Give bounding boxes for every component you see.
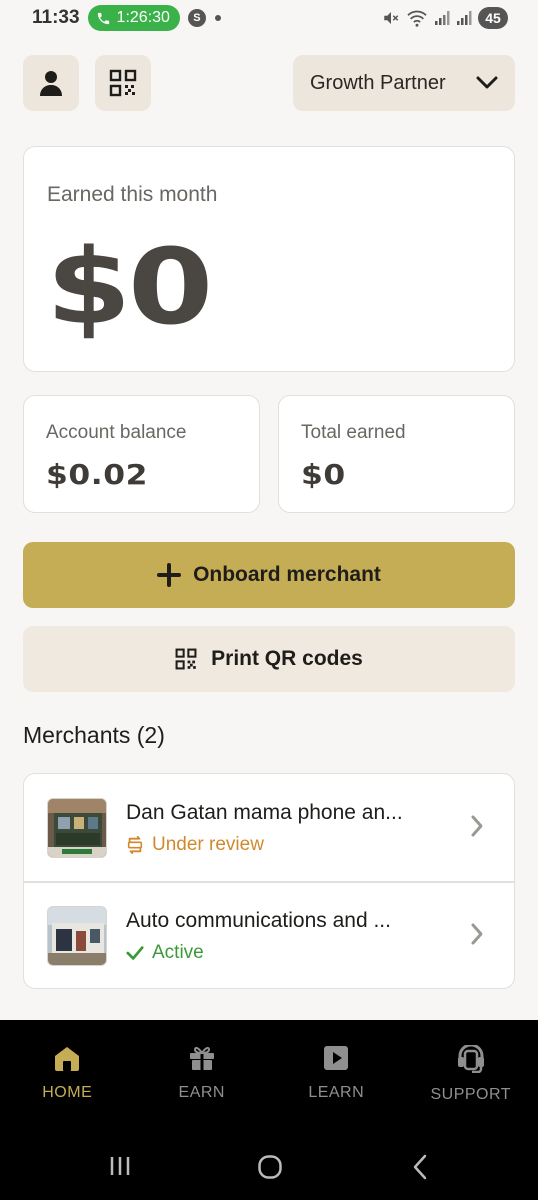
signal-icon: [435, 11, 450, 25]
onboard-merchant-label: Onboard merchant: [193, 563, 381, 586]
nav-support[interactable]: SUPPORT: [404, 1020, 538, 1132]
merchant-row[interactable]: Dan Gatan mama phone an... Under review: [24, 774, 514, 881]
nav-home[interactable]: HOME: [0, 1020, 135, 1132]
status-bar: 11:33 1:26:30 S 45: [0, 0, 538, 36]
wifi-icon: [407, 10, 427, 27]
system-navigation-bar: [0, 1132, 538, 1200]
onboard-merchant-button[interactable]: Onboard merchant: [23, 542, 515, 608]
qr-scan-button[interactable]: [95, 55, 151, 111]
phone-icon: [97, 12, 109, 24]
merchant-list: Dan Gatan mama phone an... Under review …: [23, 773, 515, 989]
print-qr-codes-button[interactable]: Print QR codes: [23, 626, 515, 692]
merchant-status-label: Active: [152, 942, 204, 963]
more-notifications-dot: [214, 15, 221, 21]
qr-code-icon: [175, 648, 197, 670]
chevron-right-icon: [471, 815, 483, 837]
chevron-right-icon: [471, 923, 483, 945]
chevron-down-icon: [476, 76, 498, 89]
role-label: Growth Partner: [310, 71, 446, 94]
account-balance-value: $0.02: [46, 458, 149, 491]
nav-learn[interactable]: LEARN: [269, 1020, 404, 1132]
nav-home-label: HOME: [42, 1084, 93, 1101]
battery-indicator: 45: [478, 7, 508, 29]
app-notification-icon: S: [187, 9, 206, 27]
play-icon: [324, 1046, 349, 1070]
back-icon[interactable]: [410, 1154, 430, 1180]
recent-apps-icon[interactable]: [108, 1154, 132, 1178]
merchant-name: Auto communications and ...: [126, 909, 391, 932]
monthly-earnings-label: Earned this month: [47, 183, 218, 206]
nav-earn[interactable]: EARN: [135, 1020, 270, 1132]
gift-icon: [189, 1046, 214, 1070]
print-qr-codes-label: Print QR codes: [211, 647, 363, 670]
account-balance-label: Account balance: [46, 422, 187, 443]
merchants-heading: Merchants (2): [23, 722, 165, 748]
merchant-photo: [47, 906, 107, 966]
home-icon: [55, 1047, 80, 1071]
bottom-navigation: HOME EARN LEARN SUPPORT: [0, 1020, 538, 1132]
plus-icon: [157, 563, 182, 587]
total-earned-value: $0: [301, 458, 346, 491]
mute-icon: [384, 12, 399, 24]
top-toolbar: Growth Partner: [23, 55, 515, 111]
merchant-status: Active: [126, 942, 204, 964]
profile-button[interactable]: [23, 55, 79, 111]
total-earned-card: Total earned $0: [278, 395, 515, 513]
monthly-earnings-value: $0: [46, 226, 213, 348]
user-icon: [40, 71, 62, 96]
merchant-photo: [47, 798, 107, 858]
home-button-icon[interactable]: [257, 1154, 283, 1180]
total-earned-label: Total earned: [301, 422, 406, 443]
qr-code-icon: [109, 69, 137, 97]
monthly-earnings-card: Earned this month $0: [23, 146, 515, 372]
call-duration: 1:26:30: [116, 9, 170, 26]
nav-earn-label: EARN: [178, 1084, 225, 1101]
status-icons: 45: [382, 7, 508, 29]
account-balance-card: Account balance $0.02: [23, 395, 260, 513]
merchant-status-label: Under review: [152, 834, 264, 855]
ongoing-call-pill[interactable]: 1:26:30: [87, 5, 180, 31]
merchant-name: Dan Gatan mama phone an...: [126, 801, 403, 824]
headset-icon: [457, 1045, 484, 1073]
check-icon: [126, 946, 144, 960]
signal-icon-2: [457, 11, 472, 25]
review-icon: [127, 836, 143, 854]
nav-learn-label: LEARN: [308, 1084, 365, 1101]
status-time: 11:33: [32, 7, 80, 28]
merchant-status: Under review: [126, 834, 264, 856]
role-dropdown[interactable]: Growth Partner: [293, 55, 515, 111]
merchant-row[interactable]: Auto communications and ... Active: [24, 882, 514, 988]
nav-support-label: SUPPORT: [430, 1086, 512, 1103]
